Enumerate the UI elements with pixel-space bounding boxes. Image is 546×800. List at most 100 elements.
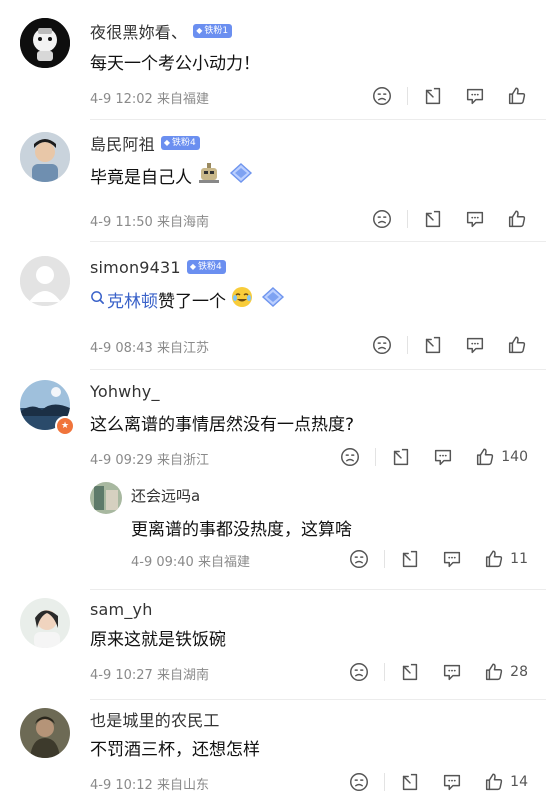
comment-item: simon9431 ◆ 铁粉4 克林顿 赞了一个 4-9 08:43 来自江苏 [0,242,546,370]
dislike-button[interactable] [348,771,370,793]
comment-item: 也是城里的农民工 不罚酒三杯，还想怎样 4-9 10:12 来自山东 14 [0,700,546,800]
comment-meta: 4-9 11:50 来自海南 [90,211,209,230]
reply-button[interactable] [432,446,454,468]
dislike-button[interactable] [371,208,393,230]
comment-item: ★ Yohwhy_ 这么离谱的事情居然没有一点热度? 4-9 09:29 来自浙… [0,370,546,590]
comment-location: 来自海南 [156,215,209,230]
username-row: 夜很黑妳看、 ◆ 铁粉1 [90,19,233,43]
fan-badge: ◆ 铁粉4 [186,260,226,274]
verified-badge-icon: ★ [55,416,75,436]
reply-action-bar: 11 [348,548,528,570]
comment-meta: 4-9 10:27 来自湖南 [90,664,209,683]
thumbs-up-icon [483,661,505,683]
thumbs-up-icon [483,771,505,793]
comment-meta: 4-9 08:43 来自江苏 [90,337,209,356]
share-button[interactable] [390,446,412,468]
sad-face-icon [371,334,393,356]
reply-button[interactable] [441,661,463,683]
share-button[interactable] [399,771,421,793]
comment-item: 島民阿祖 ◆ 铁粉4 毕竟是自己人 4-9 11:50 来自海南 [0,118,546,242]
share-button[interactable] [422,334,444,356]
avatar[interactable] [20,598,70,648]
dislike-button[interactable] [371,85,393,107]
dislike-button[interactable] [371,334,393,356]
like-button[interactable]: 11 [483,548,528,570]
like-button[interactable] [506,334,528,356]
username[interactable]: Yohwhy_ [90,382,160,401]
reply-button[interactable] [464,334,486,356]
comment-text: 这么离谱的事情居然没有一点热度? [90,415,355,435]
comment-location: 来自湖南 [156,668,209,683]
divider [407,210,408,228]
reply-button[interactable] [441,771,463,793]
action-bar [371,85,528,107]
sad-face-icon [371,85,393,107]
share-icon [399,548,421,570]
comment-icon [464,334,486,356]
comment-time: 4-9 10:27 [90,668,153,683]
username[interactable]: 島民阿祖 [90,131,155,155]
avatar[interactable] [20,708,70,758]
robot-emoji-icon [196,162,222,189]
comment-meta: 4-9 12:02 来自福建 [90,88,209,107]
avatar[interactable] [20,256,70,306]
thumbs-up-icon [506,85,528,107]
thumbs-up-icon [506,208,528,230]
divider [407,87,408,105]
comment-icon [464,85,486,107]
username[interactable]: 夜很黑妳看、 [90,19,187,43]
dislike-button[interactable] [348,661,370,683]
comment-time: 4-9 12:02 [90,92,153,107]
username-row: sam_yh [90,598,153,620]
sad-face-icon [348,661,370,683]
like-button[interactable] [506,85,528,107]
share-button[interactable] [422,208,444,230]
reply-username[interactable]: 还会远吗a [131,485,200,506]
divider [384,550,386,568]
comment-time: 4-9 08:43 [90,341,153,356]
diamond-sticker-icon [226,161,256,190]
comment-location: 来自浙江 [156,453,209,468]
like-count: 14 [510,774,528,790]
username[interactable]: sam_yh [90,600,153,619]
dislike-button[interactable] [348,548,370,570]
like-button[interactable]: 14 [483,771,528,793]
username-row: Yohwhy_ [90,380,160,402]
share-button[interactable] [399,661,421,683]
reply-avatar[interactable] [90,482,122,514]
share-button[interactable] [422,85,444,107]
avatar[interactable] [20,132,70,182]
comment-icon [441,548,463,570]
comment-location: 来自山东 [156,778,209,793]
comment-icon [441,771,463,793]
action-bar: 28 [348,661,528,683]
divider [384,663,386,681]
reply-button[interactable] [464,208,486,230]
diamond-icon: ◆ [196,26,203,35]
comment-body: 毕竟是自己人 [90,168,192,188]
like-button[interactable] [506,208,528,230]
badge-label: 铁粉4 [171,138,196,148]
share-icon [390,446,412,468]
comment-meta: 4-9 10:12 来自山东 [90,774,209,793]
avatar[interactable] [20,18,70,68]
like-count: 28 [510,664,528,680]
reply-button[interactable] [464,85,486,107]
topic-link[interactable]: 克林顿 [107,287,158,312]
thumbs-up-icon [506,334,528,356]
comment-location: 来自福建 [156,92,209,107]
share-button[interactable] [399,548,421,570]
badge-label: 铁粉1 [204,26,229,36]
share-icon [422,208,444,230]
reply-button[interactable] [441,548,463,570]
sad-face-icon [348,771,370,793]
comment-icon [432,446,454,468]
dislike-button[interactable] [339,446,361,468]
divider [375,448,377,466]
username[interactable]: simon9431 [90,258,181,277]
fan-badge: ◆ 铁粉1 [193,24,233,38]
like-button[interactable]: 28 [483,661,528,683]
comment-meta: 4-9 09:29 来自浙江 [90,449,209,468]
like-button[interactable]: 140 [474,446,528,468]
username[interactable]: 也是城里的农民工 [90,707,220,731]
